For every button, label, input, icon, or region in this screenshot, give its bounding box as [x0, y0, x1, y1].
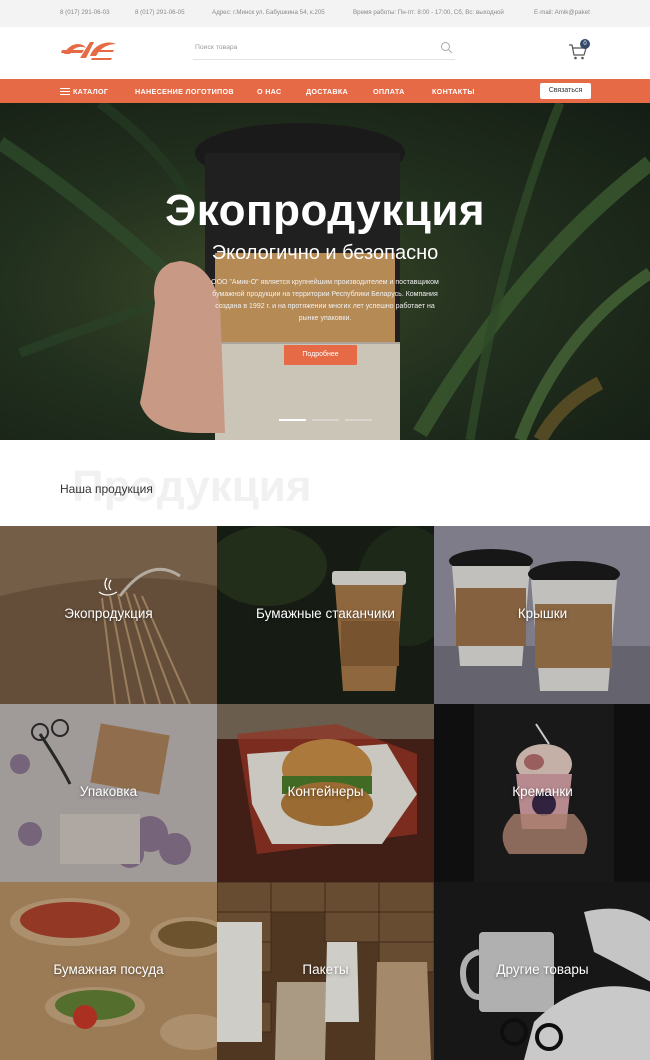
product-label: Контейнеры: [287, 784, 364, 799]
nav-catalog[interactable]: КАТАЛОГ: [73, 87, 108, 96]
product-label: Крышки: [517, 606, 568, 621]
nav-contacts[interactable]: КОНТАКТЫ: [432, 87, 475, 96]
hero-subtitle: Экологично и безопасно: [211, 242, 439, 264]
cart-count-badge: 0: [580, 39, 590, 49]
more-button[interactable]: Подробнее: [284, 345, 357, 365]
nav-about[interactable]: О НАС: [257, 87, 281, 96]
product-tile-paper-cups[interactable]: Бумажные стаканчики: [217, 526, 434, 704]
product-tile-eco[interactable]: Экопродукция: [0, 526, 217, 704]
work-hours-text: Время работы: Пн-пт: 8:00 - 17:00, Сб, В…: [353, 9, 504, 16]
email-link[interactable]: E-mail: Amik@paket: [534, 9, 590, 16]
product-tile-bags[interactable]: Пакеты: [217, 882, 434, 1060]
slider-dot-2[interactable]: [312, 419, 339, 421]
menu-icon[interactable]: [60, 88, 70, 95]
nav-payment[interactable]: ОПЛАТА: [373, 87, 405, 96]
product-tile-cremankas[interactable]: Креманки: [434, 704, 650, 882]
product-label: Пакеты: [302, 962, 349, 977]
top-info-bar: 8 (017) 291-06-03 8 (017) 291-06-05 Адре…: [0, 0, 650, 27]
hero-slider: Экопродукция Экологично и безопасно ООО …: [0, 103, 650, 440]
product-label: Упаковка: [79, 784, 138, 799]
product-label: Бумажные стаканчики: [256, 606, 395, 621]
product-label: Экопродукция: [64, 606, 153, 621]
product-label: Другие товары: [496, 962, 589, 977]
product-tile-other-goods[interactable]: Другие товары: [434, 882, 650, 1060]
contact-button[interactable]: Связаться: [540, 83, 591, 99]
product-tile-containers[interactable]: Контейнеры: [217, 704, 434, 882]
hero-title: Экопродукция: [164, 186, 486, 235]
phone-1[interactable]: 8 (017) 291-06-03: [60, 9, 110, 16]
nav-delivery[interactable]: ДОСТАВКА: [306, 87, 348, 96]
phone-2[interactable]: 8 (017) 291-06-05: [135, 9, 185, 16]
nav-logo-printing[interactable]: НАНЕСЕНИЕ ЛОГОТИПОВ: [135, 87, 234, 96]
main-nav: КАТАЛОГ НАНЕСЕНИЕ ЛОГОТИПОВ О НАС ДОСТАВ…: [0, 79, 650, 103]
slider-dot-1[interactable]: [279, 419, 306, 421]
search-icon[interactable]: [440, 41, 453, 54]
slider-dots: [0, 419, 650, 423]
slider-dot-3[interactable]: [345, 419, 372, 421]
address-text: Адрес: г.Минск ул. Бабушкина 54, к.205: [212, 9, 325, 16]
product-tile-lids[interactable]: Крышки: [434, 526, 650, 704]
product-tile-packaging[interactable]: Упаковка: [0, 704, 217, 882]
section-title: Наша продукция: [60, 482, 153, 496]
company-logo[interactable]: [60, 38, 118, 62]
hero-background-image: [0, 103, 650, 440]
hero-description: ООО "Амик-О" является крупнейшим произво…: [211, 279, 439, 322]
product-label: Креманки: [512, 784, 573, 799]
search-input[interactable]: Поиск товара: [195, 44, 237, 51]
product-label: Бумажная посуда: [53, 962, 164, 977]
header: Поиск товара 0: [0, 27, 650, 79]
product-tile-paper-dishes[interactable]: Бумажная посуда: [0, 882, 217, 1060]
search-box: Поиск товара: [193, 38, 455, 60]
